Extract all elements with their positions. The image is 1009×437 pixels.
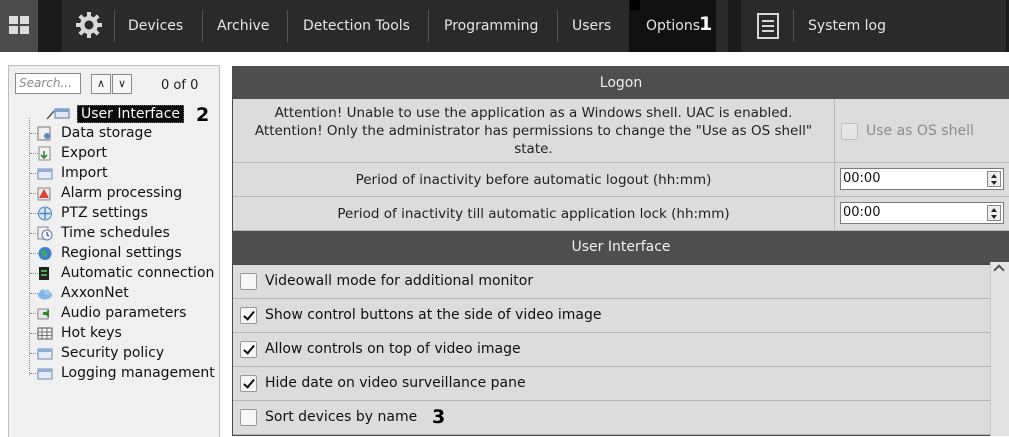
menu-detection-tools[interactable]: Detection Tools [303,0,410,52]
grid-icon [9,16,29,34]
import-icon [37,168,53,180]
callout-3: 3 [432,406,446,428]
storage-icon [37,126,51,141]
option-label: Sort devices by name [265,409,418,425]
callout-2: 2 [196,104,210,126]
logging-icon [37,368,53,380]
callout-1: 1 [699,13,713,35]
layouts-button[interactable] [0,0,38,52]
search-count: 0 of 0 [161,78,199,93]
menu-divider [114,10,115,42]
shell-warning-line: state. [514,140,553,157]
option-label: Show control buttons at the side of vide… [265,307,602,323]
section-header-logon: Logon [233,67,1009,99]
alarm-icon [37,187,51,201]
sort-devices-checkbox[interactable] [240,409,257,426]
gear-icon[interactable] [74,10,104,40]
section-header-user-interface: User Interface [233,231,1009,263]
option-label: Hide date on video surveillance pane [265,375,526,391]
shell-warning-line: Attention! Unable to use the application… [274,104,793,121]
use-as-shell-checkbox[interactable] [841,123,858,140]
tree-item-label: Alarm processing [61,185,183,201]
tree-line [29,118,30,375]
logout-row: Period of inactivity before automatic lo… [233,163,1009,197]
next-result-button[interactable]: ∨ [112,74,132,94]
videowall-checkbox[interactable] [240,273,257,290]
logout-time-value: 00:00 [843,171,881,186]
tree-item-label: Security policy [61,345,165,361]
tree-item-label: Logging management [61,365,215,381]
spin-arrows-icon[interactable] [987,205,1001,221]
use-as-shell-label: Use as OS shell [866,123,974,139]
active-indicator [630,0,640,10]
option-row[interactable]: Sort devices by name 3 [233,401,990,435]
tree-item-label: Import [61,165,108,181]
search-input[interactable]: Search... [15,73,81,94]
menu-divider [428,10,429,42]
menu-programming[interactable]: Programming [444,0,538,52]
export-icon [38,146,51,161]
ui-settings-icon [46,108,70,120]
tree-item-label: Export [61,145,107,161]
tree-item-label: Time schedules [61,225,170,241]
tree-item-label: Automatic connection [61,265,215,281]
top-bar: Devices Archive Detection Tools Programm… [0,0,1009,52]
tree-item-label: Data storage [61,125,153,141]
controls-on-top-checkbox[interactable] [240,341,257,358]
lock-time-value: 00:00 [843,205,881,220]
option-label: Videowall mode for additional monitor [265,273,534,289]
shell-warning-line: Attention! Only the administrator has pe… [254,122,813,139]
menu-system-log[interactable]: System log [808,0,886,52]
menu-users[interactable]: Users [572,0,611,52]
log-icon[interactable] [756,12,780,40]
keyboard-icon [37,327,53,340]
connection-icon [39,267,49,280]
prev-result-button[interactable]: ∧ [91,74,111,94]
globe-icon [38,247,52,260]
lock-time-input[interactable]: 00:00 [840,202,1004,224]
tree-item-label: AxxonNet [61,285,129,301]
tree-item-label: Hot keys [61,325,122,341]
scroll-up-icon[interactable] [993,264,1005,276]
control-buttons-checkbox[interactable] [240,307,257,324]
logout-label: Period of inactivity before automatic lo… [233,163,835,196]
security-policy-icon [37,348,53,360]
option-row[interactable]: Show control buttons at the side of vide… [233,299,990,333]
spin-arrows-icon[interactable] [987,171,1001,187]
tree-item-label: Regional settings [61,245,182,261]
hide-date-checkbox[interactable] [240,375,257,392]
lock-label: Period of inactivity till automatic appl… [233,197,835,230]
tree-item-label: PTZ settings [61,205,148,221]
cloud-icon [38,289,52,300]
option-label: Allow controls on top of video image [265,341,521,357]
logout-time-input[interactable]: 00:00 [840,168,1004,190]
option-row[interactable]: Hide date on video surveillance pane [233,367,990,401]
option-row[interactable]: Allow controls on top of video image [233,333,990,367]
menu-options[interactable]: Options [646,0,700,52]
menu-divider [793,10,794,42]
menu-archive[interactable]: Archive [217,0,269,52]
tree-item-label: Audio parameters [61,305,187,321]
options-scrollbar[interactable] [990,262,1009,436]
tree-item-label: User Interface [77,105,185,123]
menu-divider [202,10,203,42]
option-row[interactable]: Videowall mode for additional monitor [233,265,990,299]
menu-devices[interactable]: Devices [128,0,183,52]
shell-warning: Attention! Unable to use the application… [233,99,835,162]
ptz-icon [38,206,52,221]
speaker-icon [37,308,49,320]
lock-row: Period of inactivity till automatic appl… [233,197,1009,231]
menu-divider [287,10,288,42]
menu-divider [557,10,558,42]
schedule-icon [37,226,53,241]
